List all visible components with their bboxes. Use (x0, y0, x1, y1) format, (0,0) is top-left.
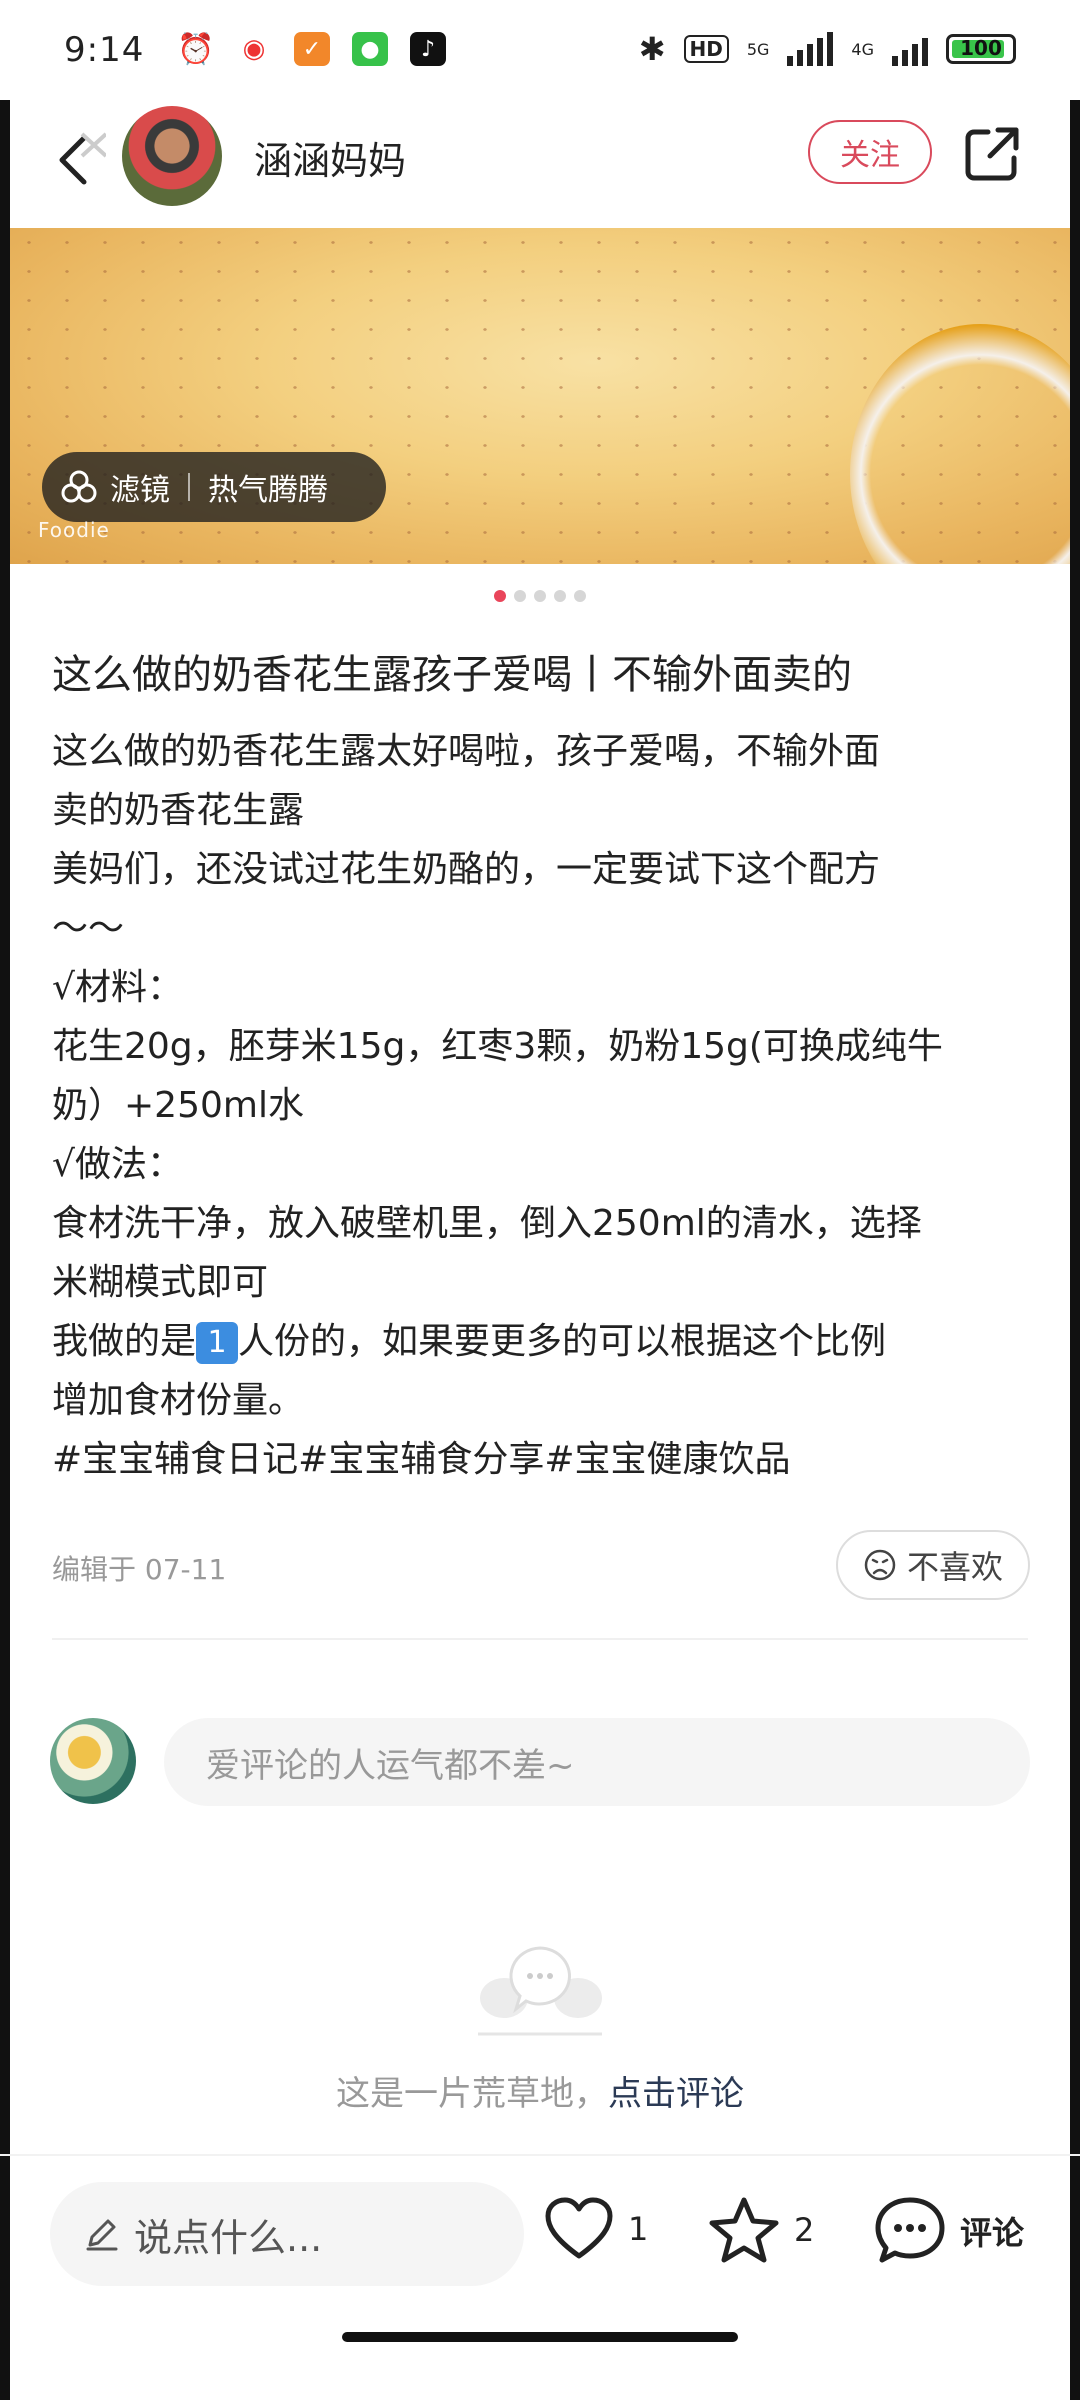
comment-input[interactable]: 爱评论的人运气都不差~ (164, 1718, 1030, 1806)
bluetooth-icon: ✱ (638, 30, 666, 68)
filter-badge[interactable]: 滤镜 热气腾腾 (42, 452, 386, 522)
body-line: 卖的奶香花生露 (52, 790, 305, 831)
screen-edge-left (0, 0, 10, 2400)
sad-face-icon (864, 1549, 896, 1581)
body-line: 花生20g，胚芽米15g，红枣3颗，奶粉15g(可换成纯牛 (52, 1026, 943, 1067)
comment-label: 评论 (960, 2214, 1025, 2252)
battery-icon: 100 (946, 34, 1016, 64)
alarm-icon: ⏰ (177, 31, 215, 67)
pager-dot-active (494, 590, 506, 602)
edited-date: 编辑于 07-11 (52, 1553, 227, 1586)
share-icon[interactable] (964, 126, 1020, 182)
body-line: 增加食材份量。 (52, 1380, 305, 1421)
status-time: 9:14 (64, 30, 145, 70)
foodie-watermark: Foodie (38, 518, 110, 542)
network-5g-label: 5G (746, 39, 770, 59)
post-title: 这么做的奶香花生露孩子爱喝丨不输外面卖的 (52, 652, 852, 698)
user-avatar (50, 1718, 136, 1804)
filter-label: 滤镜 (110, 473, 170, 508)
hashtags[interactable]: #宝宝辅食日记#宝宝辅食分享#宝宝健康饮品 (52, 1430, 1042, 1489)
screen-edge-right (1070, 0, 1080, 2400)
author-avatar[interactable] (122, 106, 222, 206)
dislike-label: 不喜欢 (906, 1548, 1003, 1586)
like-count: 1 (628, 2210, 649, 2248)
system-icons: ✱ HD 5G 4G 100 (639, 30, 1016, 68)
body-line: 食材洗干净，放入破壁机里，倒入250ml的清水，选择 (52, 1203, 922, 1244)
empty-comments-icon (478, 1946, 602, 2036)
pager-dot (514, 590, 526, 602)
app-notification-icon: ◉ (242, 34, 266, 64)
empty-comments-message: 这是一片荒草地， (336, 2074, 608, 2114)
post-header: 涵涵妈妈 关注 (0, 100, 1080, 228)
wechat-icon: ● (352, 32, 388, 66)
body-line: √做法： (52, 1144, 183, 1185)
follow-button[interactable]: 关注 (808, 120, 932, 184)
comment-bubble-icon (875, 2197, 945, 2263)
pager-dot (534, 590, 546, 602)
body-text: 人份的，如果要更多的可以根据这个比例 (238, 1321, 887, 1362)
filter-icon (61, 470, 97, 503)
like-button[interactable]: 1 (544, 2196, 648, 2262)
star-icon (709, 2197, 779, 2263)
body-line: 这么做的奶香花生露太好喝啦，孩子爱喝，不输外面 (52, 731, 881, 772)
signal-4g-icon (892, 32, 928, 66)
pencil-icon (86, 2219, 118, 2251)
heart-icon (545, 2197, 613, 2259)
pager-dot (554, 590, 566, 602)
body-line: 美妈们，还没试过花生奶酪的，一定要试下这个配方 (52, 849, 881, 890)
favorite-button[interactable]: 2 (708, 2196, 814, 2264)
empty-comments-text: 这是一片荒草地，点击评论 (0, 2066, 1080, 2115)
keycap-one-emoji: 1 (196, 1322, 239, 1364)
pager-dot (574, 590, 586, 602)
orange-app-icon: ✓ (294, 32, 330, 66)
notification-icons: ⏰ ◉ ✓ ● ♪ (177, 31, 446, 67)
battery-percent: 100 (960, 36, 1002, 60)
body-line: 米糊模式即可 (52, 1262, 269, 1303)
home-indicator[interactable] (342, 2332, 738, 2342)
star-count: 2 (794, 2211, 815, 2249)
status-bar: 9:14 ⏰ ◉ ✓ ● ♪ ✱ HD 5G 4G 100 (0, 0, 1080, 100)
body-line: 奶）+250ml水 (52, 1085, 304, 1126)
filter-name: 热气腾腾 (208, 473, 328, 508)
say-placeholder: 说点什么... (134, 2215, 323, 2260)
body-line: ～～ (52, 908, 125, 949)
image-pager (0, 590, 1080, 602)
click-to-comment-link[interactable]: 点击评论 (608, 2074, 744, 2114)
divider (52, 1638, 1028, 1640)
body-text: 我做的是 (52, 1321, 197, 1362)
back-icon[interactable] (46, 130, 106, 190)
body-line: 我做的是 1 人份的，如果要更多的可以根据这个比例 (52, 1312, 1042, 1371)
network-4g-label: 4G (851, 39, 874, 59)
signal-5g-icon (787, 32, 834, 66)
post-body: 这么做的奶香花生露太好喝啦，孩子爱喝，不输外面 卖的奶香花生露 美妈们，还没试过… (52, 722, 1042, 1489)
author-name[interactable]: 涵涵妈妈 (254, 130, 406, 185)
body-line: √材料： (52, 967, 183, 1008)
say-something-input[interactable]: 说点什么... (50, 2182, 524, 2286)
tiktok-icon: ♪ (410, 32, 446, 66)
hd-icon: HD (683, 35, 729, 63)
dislike-button[interactable]: 不喜欢 (836, 1530, 1030, 1600)
comment-button[interactable]: 评论 (874, 2196, 1024, 2266)
bottom-divider (0, 2154, 1080, 2156)
